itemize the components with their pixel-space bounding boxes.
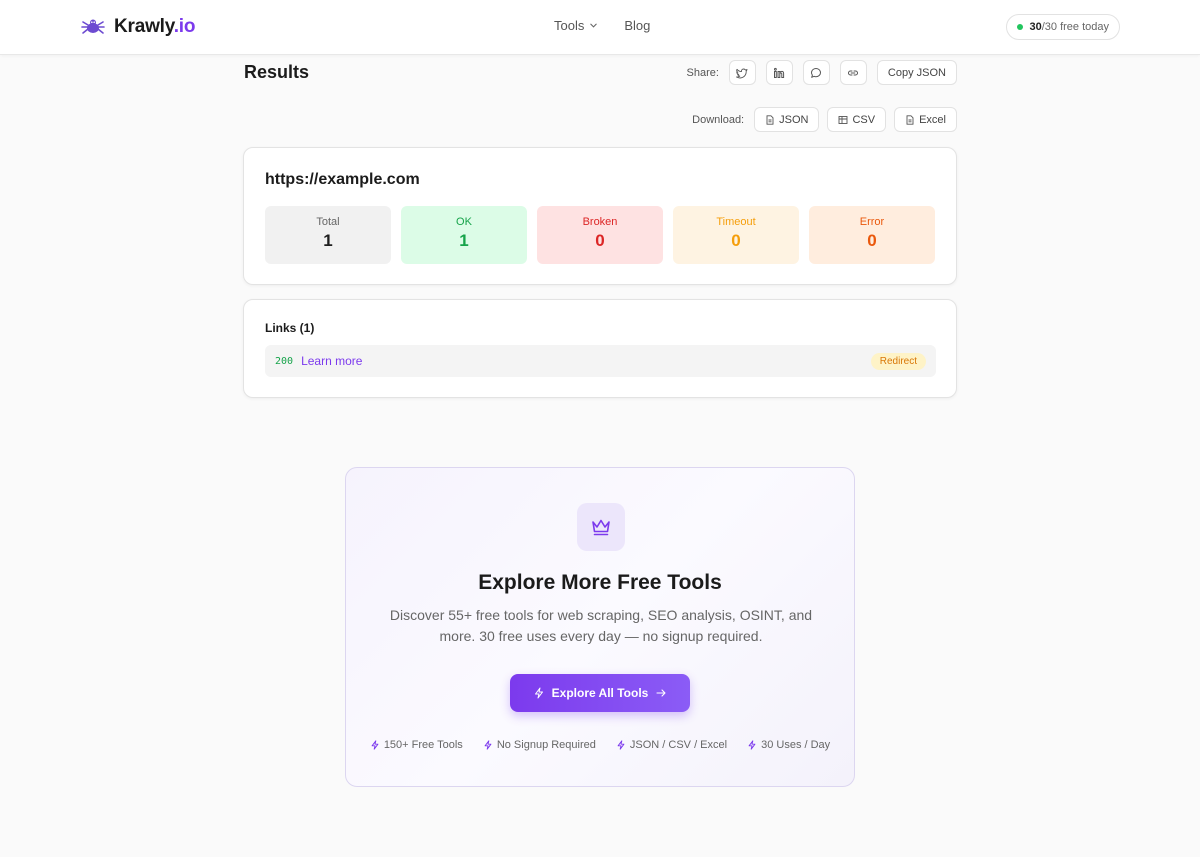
stat-error-value: 0 [867, 231, 877, 250]
table-icon [839, 115, 848, 124]
stat-timeout: Timeout 0 [673, 206, 799, 264]
promo-panel: Explore More Free Tools Discover 55+ fre… [345, 467, 855, 787]
nav-tools-label: Tools [554, 18, 585, 33]
link-anchor[interactable]: Learn more [301, 354, 362, 368]
link-icon [848, 70, 859, 75]
lightning-icon [371, 740, 379, 750]
quota-text: 30/30 free today [1029, 21, 1109, 33]
nav-tools[interactable]: Tools [554, 18, 598, 33]
lightning-icon [484, 740, 492, 750]
status-badge: Redirect [870, 352, 926, 370]
download-json-label: JSON [779, 113, 809, 126]
share-linkedin-button[interactable] [765, 60, 793, 85]
crown-badge [577, 503, 625, 551]
spider-icon [81, 19, 105, 34]
download-excel-label: Excel [919, 113, 946, 126]
scanned-url: https://example.com [265, 171, 420, 188]
file-icon [906, 114, 914, 125]
stat-ok-value: 1 [459, 231, 469, 250]
download-csv-button[interactable]: CSV [827, 107, 887, 132]
share-message-button[interactable] [802, 60, 830, 85]
explore-tools-label: Explore All Tools [551, 686, 649, 700]
stat-total-value: 1 [323, 231, 333, 250]
stat-timeout-label: Timeout [716, 216, 756, 228]
copy-json-button[interactable]: Copy JSON [876, 60, 957, 85]
feature-list: 150+ Free Tools No Signup Required JSON … [346, 739, 854, 751]
results-title: Results [244, 62, 310, 82]
feature-item: 30 Uses / Day [747, 739, 830, 751]
main-nav: Tools Blog [554, 18, 650, 33]
stat-broken: Broken 0 [537, 206, 663, 264]
arrow-right-icon [656, 689, 666, 697]
lightning-icon [534, 687, 543, 699]
download-row: Download: JSON CSV Excel [692, 107, 957, 132]
top-header: Krawly.io Tools Blog 30/30 free today [0, 0, 1200, 55]
download-json-button[interactable]: JSON [754, 107, 820, 132]
nav-blog-label: Blog [624, 18, 651, 33]
stat-error: Error 0 [809, 206, 935, 264]
stat-total: Total 1 [265, 206, 391, 264]
share-row: Share: Copy JSON [686, 60, 957, 85]
explore-tools-button[interactable]: Explore All Tools [510, 674, 690, 712]
links-title: Links (1) [265, 321, 315, 335]
nav-blog[interactable]: Blog [624, 18, 650, 33]
chevron-down-icon [590, 23, 598, 28]
stat-ok: OK 1 [401, 206, 527, 264]
lightning-icon [617, 740, 625, 750]
stat-broken-value: 0 [595, 231, 605, 250]
brand-name: Krawly.io [114, 16, 196, 37]
share-twitter-button[interactable] [728, 60, 756, 85]
summary-card: https://example.com Total 1 OK 1 Broken … [243, 147, 957, 285]
twitter-icon [736, 68, 748, 78]
linkedin-icon [774, 67, 785, 78]
lightning-icon [748, 740, 756, 750]
share-label: Share: [686, 66, 719, 79]
feature-item: No Signup Required [483, 739, 596, 751]
stats-row: Total 1 OK 1 Broken 0 Timeout 0 Error 0 [265, 206, 935, 264]
file-icon [766, 114, 774, 125]
promo-title: Explore More Free Tools [478, 571, 722, 594]
stat-ok-label: OK [456, 216, 472, 228]
link-status-code: 200 [275, 355, 294, 367]
stat-timeout-value: 0 [731, 231, 741, 250]
stat-error-label: Error [859, 216, 885, 228]
promo-description: Discover 55+ free tools for web scraping… [389, 607, 813, 644]
stat-broken-label: Broken [582, 216, 618, 228]
download-excel-button[interactable]: Excel [894, 107, 957, 132]
links-card: Links (1) 200 Learn more Redirect [243, 299, 957, 398]
download-csv-label: CSV [852, 113, 876, 126]
share-link-button[interactable] [839, 60, 867, 85]
copy-json-label: Copy JSON [887, 66, 946, 79]
status-dot [1017, 24, 1024, 30]
list-item: 200 Learn more Redirect [265, 345, 936, 377]
feature-item: 150+ Free Tools [370, 739, 463, 751]
chat-bubble-icon [811, 67, 822, 78]
crown-icon [592, 519, 610, 536]
feature-item: JSON / CSV / Excel [616, 739, 727, 751]
brand-logo[interactable]: Krawly.io [80, 14, 195, 40]
quota-badge: 30/30 free today [1006, 14, 1120, 40]
download-label: Download: [692, 113, 745, 126]
stat-total-label: Total [316, 216, 340, 228]
